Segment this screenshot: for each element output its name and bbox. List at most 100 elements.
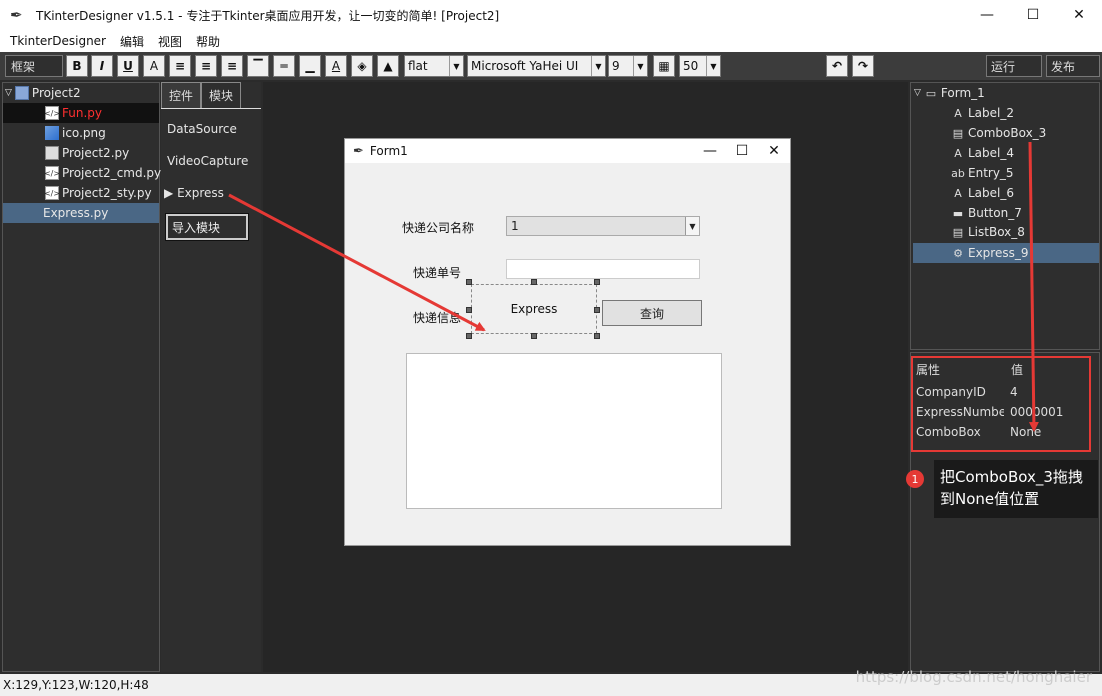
tree-item-label: ico.png	[62, 126, 106, 140]
module-list: DataSource VideoCapture ▶ Express 导入模块	[161, 108, 261, 672]
tree-item-label: Project2_sty.py	[62, 186, 152, 200]
expand-icon: ▽	[914, 88, 921, 98]
label-icon: A	[954, 186, 962, 200]
menu-tkinterdesigner[interactable]: TkinterDesigner	[0, 34, 113, 48]
tree-item-project2[interactable]: Project2.py	[45, 143, 129, 163]
module-item-videocapture[interactable]: VideoCapture	[167, 154, 248, 168]
form-close-button[interactable]: ✕	[758, 139, 790, 163]
object-item-listbox[interactable]: ▤ ListBox_8	[951, 222, 1025, 242]
object-item-entry[interactable]: ab Entry_5	[951, 163, 1014, 183]
run-button[interactable]: 运行	[986, 55, 1042, 77]
bold-button[interactable]: B	[66, 55, 88, 77]
resize-handle[interactable]	[466, 307, 472, 313]
object-root-label: Form_1	[940, 86, 985, 100]
image-icon[interactable]: ▲	[377, 55, 399, 77]
module-item-datasource[interactable]: DataSource	[167, 122, 237, 136]
properties-highlight	[911, 356, 1091, 452]
frame-selector[interactable]: 框架	[5, 55, 63, 77]
close-button[interactable]: ✕	[1056, 0, 1102, 30]
module-item-express[interactable]: ▶ Express	[164, 186, 224, 200]
resize-handle[interactable]	[594, 307, 600, 313]
font-size-select[interactable]: 9 ▼	[608, 55, 648, 77]
grid-size-spinner[interactable]: 50 ▼	[679, 55, 721, 77]
query-button[interactable]: 查询	[602, 300, 702, 326]
tree-item-label: Project2_cmd.py	[62, 166, 162, 180]
window-controls: — ☐ ✕	[964, 0, 1102, 30]
resize-handle[interactable]	[466, 279, 472, 285]
fill-color-icon[interactable]: ◈	[351, 55, 373, 77]
relief-select[interactable]: flat ▼	[404, 55, 464, 77]
resize-handle[interactable]	[466, 333, 472, 339]
toolbar: 框架 B I U A ≡ ≡ ≡ ▔ ═ ▁ A ◈ ▲ flat ▼ Micr…	[0, 52, 1102, 80]
tree-item-project2-cmd[interactable]: </> Project2_cmd.py	[44, 163, 162, 183]
express-icon: ⚙	[953, 246, 963, 260]
resize-handle[interactable]	[594, 333, 600, 339]
align-top-icon[interactable]: ▔	[247, 55, 269, 77]
form-window[interactable]: ✒ Form1 — ☐ ✕ 快递公司名称 1 ▼ 快递单号 快递信息 Expre…	[344, 138, 791, 546]
python-file-icon: </>	[44, 106, 60, 120]
object-item-text: Button_7	[968, 206, 1022, 220]
font-family-value: Microsoft YaHei UI	[471, 59, 579, 73]
resize-handle[interactable]	[531, 279, 537, 285]
tree-root[interactable]: ▽ Project2	[5, 83, 81, 103]
label-company[interactable]: 快递公司名称	[402, 219, 474, 236]
entry-number[interactable]	[506, 259, 700, 279]
import-module-button[interactable]: 导入模块	[165, 213, 249, 241]
chevron-down-icon: ▼	[633, 56, 647, 76]
font-style-button[interactable]: A	[143, 55, 165, 77]
object-root[interactable]: ▽ ▭ Form_1	[914, 83, 985, 103]
maximize-button[interactable]: ☐	[1010, 0, 1056, 30]
publish-button[interactable]: 发布	[1046, 55, 1100, 77]
font-color-icon[interactable]: A	[325, 55, 347, 77]
button-icon: ▬	[952, 206, 964, 220]
menu-edit[interactable]: 编辑	[113, 33, 151, 50]
menu-help[interactable]: 帮助	[189, 33, 227, 50]
tree-item-express[interactable]: Express.py	[3, 203, 159, 223]
form-maximize-button[interactable]: ☐	[726, 139, 758, 163]
menu-bar: TkinterDesigner 编辑 视图 帮助	[0, 30, 1102, 52]
combobox-icon: ▤	[952, 126, 964, 140]
font-family-select[interactable]: Microsoft YaHei UI ▼	[467, 55, 606, 77]
combobox-company[interactable]: 1 ▼	[506, 216, 700, 236]
play-icon: ▶	[164, 186, 174, 200]
object-item-button[interactable]: ▬ Button_7	[951, 203, 1022, 223]
feather-icon: ✒	[10, 6, 23, 24]
object-item-label[interactable]: A Label_2	[951, 103, 1014, 123]
tree-item-label: Fun.py	[62, 106, 102, 120]
align-bottom-icon[interactable]: ▁	[299, 55, 321, 77]
object-item-text: Entry_5	[968, 166, 1014, 180]
tree-item-ico[interactable]: ico.png	[45, 123, 106, 143]
align-middle-icon[interactable]: ═	[273, 55, 295, 77]
object-item-label[interactable]: A Label_4	[951, 143, 1014, 163]
grid-icon[interactable]: ▦	[653, 55, 675, 77]
underline-button[interactable]: U	[117, 55, 139, 77]
listbox-info[interactable]	[406, 353, 722, 509]
tab-modules[interactable]: 模块	[201, 82, 242, 108]
express-widget[interactable]: Express	[471, 284, 597, 334]
chevron-down-icon: ▼	[685, 217, 699, 235]
object-item-label[interactable]: A Label_6	[951, 183, 1014, 203]
undo-icon[interactable]: ↶	[826, 55, 848, 77]
listbox-icon: ▤	[952, 225, 964, 239]
resize-handle[interactable]	[531, 333, 537, 339]
resize-handle[interactable]	[594, 279, 600, 285]
italic-button[interactable]: I	[91, 55, 113, 77]
object-item-express[interactable]: ⚙ Express_9	[913, 243, 1099, 263]
tab-controls[interactable]: 控件	[161, 82, 202, 108]
title-bar: ✒ TKinterDesigner v1.5.1 - 专注于Tkinter桌面应…	[0, 0, 1102, 30]
menu-view[interactable]: 视图	[151, 33, 189, 50]
object-item-combobox[interactable]: ▤ ComboBox_3	[951, 123, 1047, 143]
module-item-label: Express	[177, 186, 224, 200]
align-left-icon[interactable]: ≡	[169, 55, 191, 77]
form-window-controls: — ☐ ✕	[694, 139, 790, 163]
label-info[interactable]: 快递信息	[413, 309, 461, 326]
form-title-bar: ✒ Form1 — ☐ ✕	[345, 139, 790, 163]
form-minimize-button[interactable]: —	[694, 139, 726, 163]
label-number[interactable]: 快递单号	[413, 264, 461, 281]
align-center-icon[interactable]: ≡	[195, 55, 217, 77]
tree-item-fun[interactable]: </> Fun.py	[3, 103, 159, 123]
tree-item-project2-sty[interactable]: </> Project2_sty.py	[44, 183, 152, 203]
minimize-button[interactable]: —	[964, 0, 1010, 30]
redo-icon[interactable]: ↷	[852, 55, 874, 77]
align-right-icon[interactable]: ≡	[221, 55, 243, 77]
